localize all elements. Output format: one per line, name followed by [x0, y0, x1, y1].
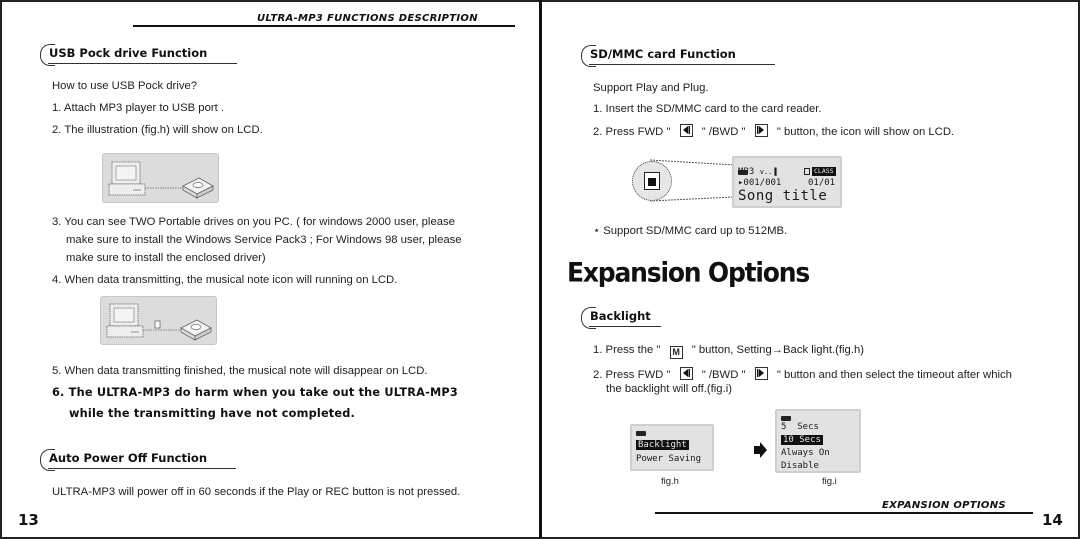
page-number-right: 14 [1042, 511, 1063, 529]
lcd-folder: 01/01 [808, 178, 836, 188]
fig-i-item-disable: Disable [781, 461, 819, 471]
backlight-step-2: 2. Press FWD " " /BWD " " button and the… [593, 367, 1012, 382]
usb-step-1: 1. Attach MP3 player to USB port . [52, 102, 225, 114]
backlight-step-2-middle: " /BWD " [701, 369, 746, 381]
bwd-key-icon [754, 367, 768, 380]
sd-card-icon [644, 172, 660, 190]
usb-section-heading: USB Pock drive Function [40, 44, 237, 66]
backlight-step-1: 1. Press the " M " button, Setting→Back … [593, 343, 864, 359]
usb-step-3-line-3: make sure to install the enclosed driver… [66, 252, 266, 264]
fwd-key-icon [679, 124, 693, 137]
right-page: SD/MMC card Function Support Play and Pl… [542, 0, 1080, 539]
left-page: ULTRA-MP3 FUNCTIONS DESCRIPTION USB Pock… [0, 0, 539, 539]
sd-step-2-prefix: 2. Press FWD " [593, 126, 671, 138]
backlight-step-2-line-2: the backlight will off.(fig.i) [606, 383, 732, 395]
fwd-key-icon [679, 367, 693, 380]
auto-power-section-heading: Auto Power Off Function [40, 449, 236, 471]
usb-step-5: 5. When data transmitting finished, the … [52, 365, 428, 377]
right-arrow-icon [754, 442, 767, 458]
usb-step-3-line-2: make sure to install the Windows Service… [66, 234, 462, 246]
lcd-mode: MP3 [738, 167, 755, 177]
bwd-key-icon [754, 124, 768, 137]
running-footer: EXPANSION OPTIONS [882, 500, 1006, 511]
backlight-section-heading: Backlight [581, 307, 661, 329]
sd-lcd-screen: MP3 v..▐ CLASS ▸001/001 01/01 Song title [732, 156, 842, 208]
sd-section-heading: SD/MMC card Function [581, 45, 775, 67]
usb-step-4: 4. When data transmitting, the musical n… [52, 274, 398, 286]
sd-capacity-note: ⋆ Support SD/MMC card up to 512MB. [593, 225, 788, 237]
footer-rule [655, 512, 1033, 514]
lcd-song-title: Song title [738, 188, 828, 204]
fig-i-caption: fig.i [822, 476, 837, 487]
usb-intro: How to use USB Pock drive? [52, 80, 198, 92]
pc-transmit-drawing [106, 303, 212, 341]
pc-player-drawing [108, 161, 214, 199]
usb-step-2: 2. The illustration (fig.h) will show on… [52, 124, 263, 136]
sd-card-callout [632, 161, 672, 201]
sd-step-2-middle: " /BWD " [701, 126, 746, 138]
sd-step-1: 1. Insert the SD/MMC card to the card re… [593, 103, 822, 115]
running-header: ULTRA-MP3 FUNCTIONS DESCRIPTION [257, 13, 478, 24]
pc-transmitting-illustration [100, 296, 217, 345]
fig-h-caption: fig.h [661, 476, 679, 487]
usb-warning-line-2: while the transmitting have not complete… [69, 407, 356, 420]
battery-icon [636, 431, 646, 436]
fig-h-item-backlight: Backlight [636, 440, 689, 450]
fig-i-item-5-secs: 5 Secs [781, 422, 819, 432]
auto-power-text: ULTRA-MP3 will power off in 60 seconds i… [52, 486, 461, 498]
sd-step-2-suffix: " button, the icon will show on LCD. [776, 126, 955, 138]
sd-step-2: 2. Press FWD " " /BWD " " button, the ic… [593, 124, 954, 139]
expansion-options-title: Expansion Options [567, 256, 810, 289]
usb-step-3-line-1: 3. You can see TWO Portable drives on yo… [52, 216, 455, 228]
page-number-left: 13 [18, 511, 39, 529]
fig-h-lcd: Backlight Power Saving [630, 424, 714, 471]
header-rule [133, 25, 515, 27]
menu-key-icon: M [669, 346, 683, 359]
lcd-eq-badge: CLASS [812, 167, 836, 176]
usb-warning-line-1: 6. The ULTRA-MP3 do harm when you take o… [52, 386, 458, 399]
backlight-step-1-prefix: 1. Press the " [593, 344, 661, 356]
battery-icon [781, 416, 791, 421]
sd-card-status-icon [804, 168, 810, 175]
backlight-step-2-suffix: " button and then select the timeout aft… [776, 369, 1012, 381]
fig-h-item-power-saving: Power Saving [636, 454, 702, 464]
backlight-step-2-prefix: 2. Press FWD " [593, 369, 671, 381]
fig-i-lcd: 5 Secs 10 Secs Always On Disable [775, 409, 861, 473]
lcd-volume: v..▐ [759, 168, 777, 176]
fig-i-item-10-secs: 10 Secs [781, 435, 823, 445]
sd-intro: Support Play and Plug. [593, 82, 709, 94]
fig-i-item-always-on: Always On [781, 448, 830, 458]
backlight-step-1-suffix: " button, Setting→Back light.(fig.h) [691, 344, 865, 356]
lcd-track: ▸001/001 [738, 178, 782, 188]
pc-connected-illustration [102, 153, 219, 203]
